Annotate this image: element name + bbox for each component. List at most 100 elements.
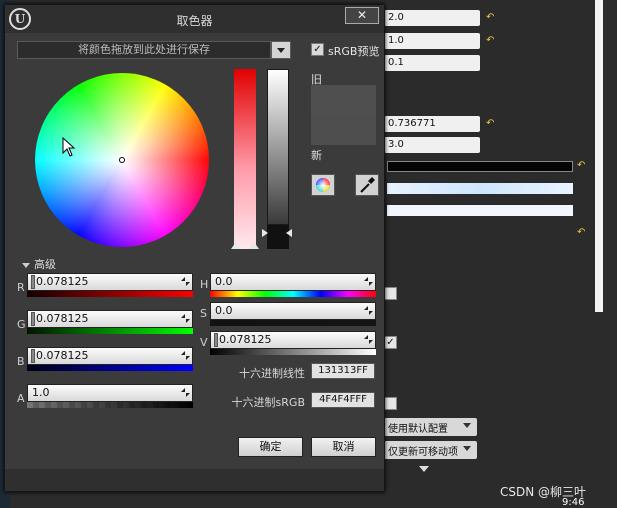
saturation-channel-value: 0.0: [215, 304, 233, 317]
green-channel-gradient: [27, 328, 193, 334]
details-checkbox-1[interactable]: [384, 287, 397, 300]
green-slider-knob[interactable]: [31, 312, 35, 326]
value-channel-value: 0.078125: [219, 333, 272, 346]
green-channel-label: G: [17, 318, 26, 331]
red-slider-knob[interactable]: [31, 275, 35, 289]
hue-channel-field[interactable]: 0.0: [210, 273, 376, 291]
eyedropper-icon: [360, 177, 375, 193]
details-scrollbar[interactable]: [595, 0, 603, 312]
ok-button[interactable]: 确定: [238, 437, 303, 457]
hue-channel-label: H: [200, 278, 209, 291]
config-dropdown[interactable]: 使用默认配置: [384, 418, 477, 436]
alpha-channel-value: 1.0: [32, 386, 50, 399]
new-color-label: 新: [311, 149, 322, 162]
color-swatch-black[interactable]: [387, 161, 573, 172]
details-field-5[interactable]: 3.0: [384, 137, 480, 153]
alpha-channel-gradient: [27, 402, 193, 408]
hue-channel-value: 0.0: [215, 275, 233, 288]
color-themes-button[interactable]: [311, 174, 335, 196]
alpha-channel-field[interactable]: 1.0: [27, 384, 193, 402]
green-channel-field[interactable]: 0.078125: [27, 310, 193, 328]
dialog-title: 取色器: [176, 14, 213, 28]
color-picker-dialog: U 取色器 ✕ 将颜色拖放到此处进行保存 ✓ sRGB预览 旧 新 高级 R 0…: [4, 4, 385, 492]
green-channel-value: 0.078125: [36, 312, 89, 325]
details-field-3[interactable]: 0.1: [384, 55, 480, 71]
value-slider-handle-right[interactable]: [286, 229, 292, 237]
saturation-channel-label: S: [200, 307, 207, 320]
advanced-label: 高级: [34, 258, 56, 271]
update-mode-dropdown[interactable]: 仅更新可移动项: [384, 441, 477, 459]
hue-channel-gradient: [210, 291, 376, 297]
spin-arrows-icon[interactable]: [181, 277, 190, 286]
color-wheel-marker[interactable]: [119, 157, 125, 163]
red-channel-gradient: [27, 291, 193, 297]
saturation-channel-field[interactable]: 0.0: [210, 302, 376, 320]
color-wheel-icon: [316, 178, 330, 192]
eyedropper-button[interactable]: [355, 174, 379, 196]
reset-arrow-icon[interactable]: ↶: [577, 160, 585, 171]
details-field-1[interactable]: 2.0: [384, 10, 480, 26]
old-color-swatch: [311, 85, 376, 115]
expand-arrow-icon[interactable]: [419, 466, 429, 472]
blue-channel-gradient: [27, 365, 193, 371]
details-field-4-value: 0.736771: [388, 118, 436, 129]
spin-arrows-icon[interactable]: [181, 314, 190, 323]
hex-srgb-field[interactable]: 4F4F4FFF: [311, 392, 375, 408]
new-color-swatch: [311, 115, 376, 145]
cancel-button[interactable]: 取消: [311, 437, 376, 457]
spin-arrows-icon[interactable]: [181, 388, 190, 397]
reset-arrow-icon[interactable]: ↶: [486, 12, 494, 23]
chevron-down-icon: [277, 48, 285, 53]
saturation-slider-handle[interactable]: [231, 242, 241, 249]
blue-channel-field[interactable]: 0.078125: [27, 347, 193, 365]
color-swatch-light-blue[interactable]: [387, 183, 573, 194]
saturation-channel-gradient: [210, 320, 376, 326]
saturation-slider-handle-right[interactable]: [249, 242, 259, 249]
value-slider-handle[interactable]: [262, 229, 268, 237]
color-swatch-white[interactable]: [387, 205, 573, 216]
value-slider[interactable]: [267, 69, 289, 225]
saturation-slider[interactable]: [234, 69, 256, 249]
blue-channel-value: 0.078125: [36, 349, 89, 362]
details-field-5-value: 3.0: [388, 139, 404, 150]
advanced-section-header[interactable]: 高级: [22, 256, 56, 272]
blue-slider-knob[interactable]: [31, 349, 35, 363]
value-channel-field[interactable]: 0.078125: [210, 331, 376, 349]
value-channel-gradient: [210, 349, 376, 355]
spin-arrows-icon[interactable]: [364, 277, 373, 286]
value-channel-label: V: [200, 336, 208, 349]
spin-arrows-icon[interactable]: [364, 306, 373, 315]
details-field-4[interactable]: 0.736771: [384, 116, 480, 132]
config-dropdown-value: 使用默认配置: [388, 424, 448, 435]
clock: 9:46: [562, 497, 585, 508]
red-channel-field[interactable]: 0.078125: [27, 273, 193, 291]
reset-arrow-icon[interactable]: ↶: [577, 227, 585, 238]
red-channel-label: R: [17, 281, 25, 294]
save-dropdown-button[interactable]: [271, 41, 291, 59]
color-save-drop-zone[interactable]: 将颜色拖放到此处进行保存: [17, 41, 271, 59]
value-slider-knob[interactable]: [214, 333, 218, 347]
details-checkbox-2[interactable]: ✓: [384, 336, 397, 349]
dialog-footer: [5, 469, 384, 491]
details-field-2[interactable]: 1.0: [384, 33, 480, 49]
hex-srgb-label: 十六进制sRGB: [231, 396, 305, 409]
hex-linear-field[interactable]: 131313FF: [311, 363, 375, 379]
hex-linear-label: 十六进制线性: [239, 367, 305, 380]
mouse-cursor-icon: [62, 137, 76, 157]
red-channel-value: 0.078125: [36, 275, 89, 288]
alpha-channel-label: A: [17, 392, 25, 405]
details-field-2-value: 1.0: [388, 35, 404, 46]
chevron-down-icon: [463, 423, 471, 428]
close-button[interactable]: ✕: [345, 7, 379, 24]
reset-arrow-icon[interactable]: ↶: [486, 118, 494, 129]
details-checkbox-3[interactable]: [384, 397, 397, 410]
collapse-arrow-icon: [22, 262, 30, 268]
spin-arrows-icon[interactable]: [364, 335, 373, 344]
srgb-preview-checkbox[interactable]: ✓: [311, 43, 324, 56]
srgb-preview-label: sRGB预览: [328, 45, 380, 58]
spin-arrows-icon[interactable]: [181, 351, 190, 360]
blue-channel-label: B: [17, 355, 25, 368]
title-bar[interactable]: U 取色器 ✕: [5, 5, 384, 33]
reset-arrow-icon[interactable]: ↶: [486, 35, 494, 46]
update-mode-dropdown-value: 仅更新可移动项: [388, 447, 458, 458]
